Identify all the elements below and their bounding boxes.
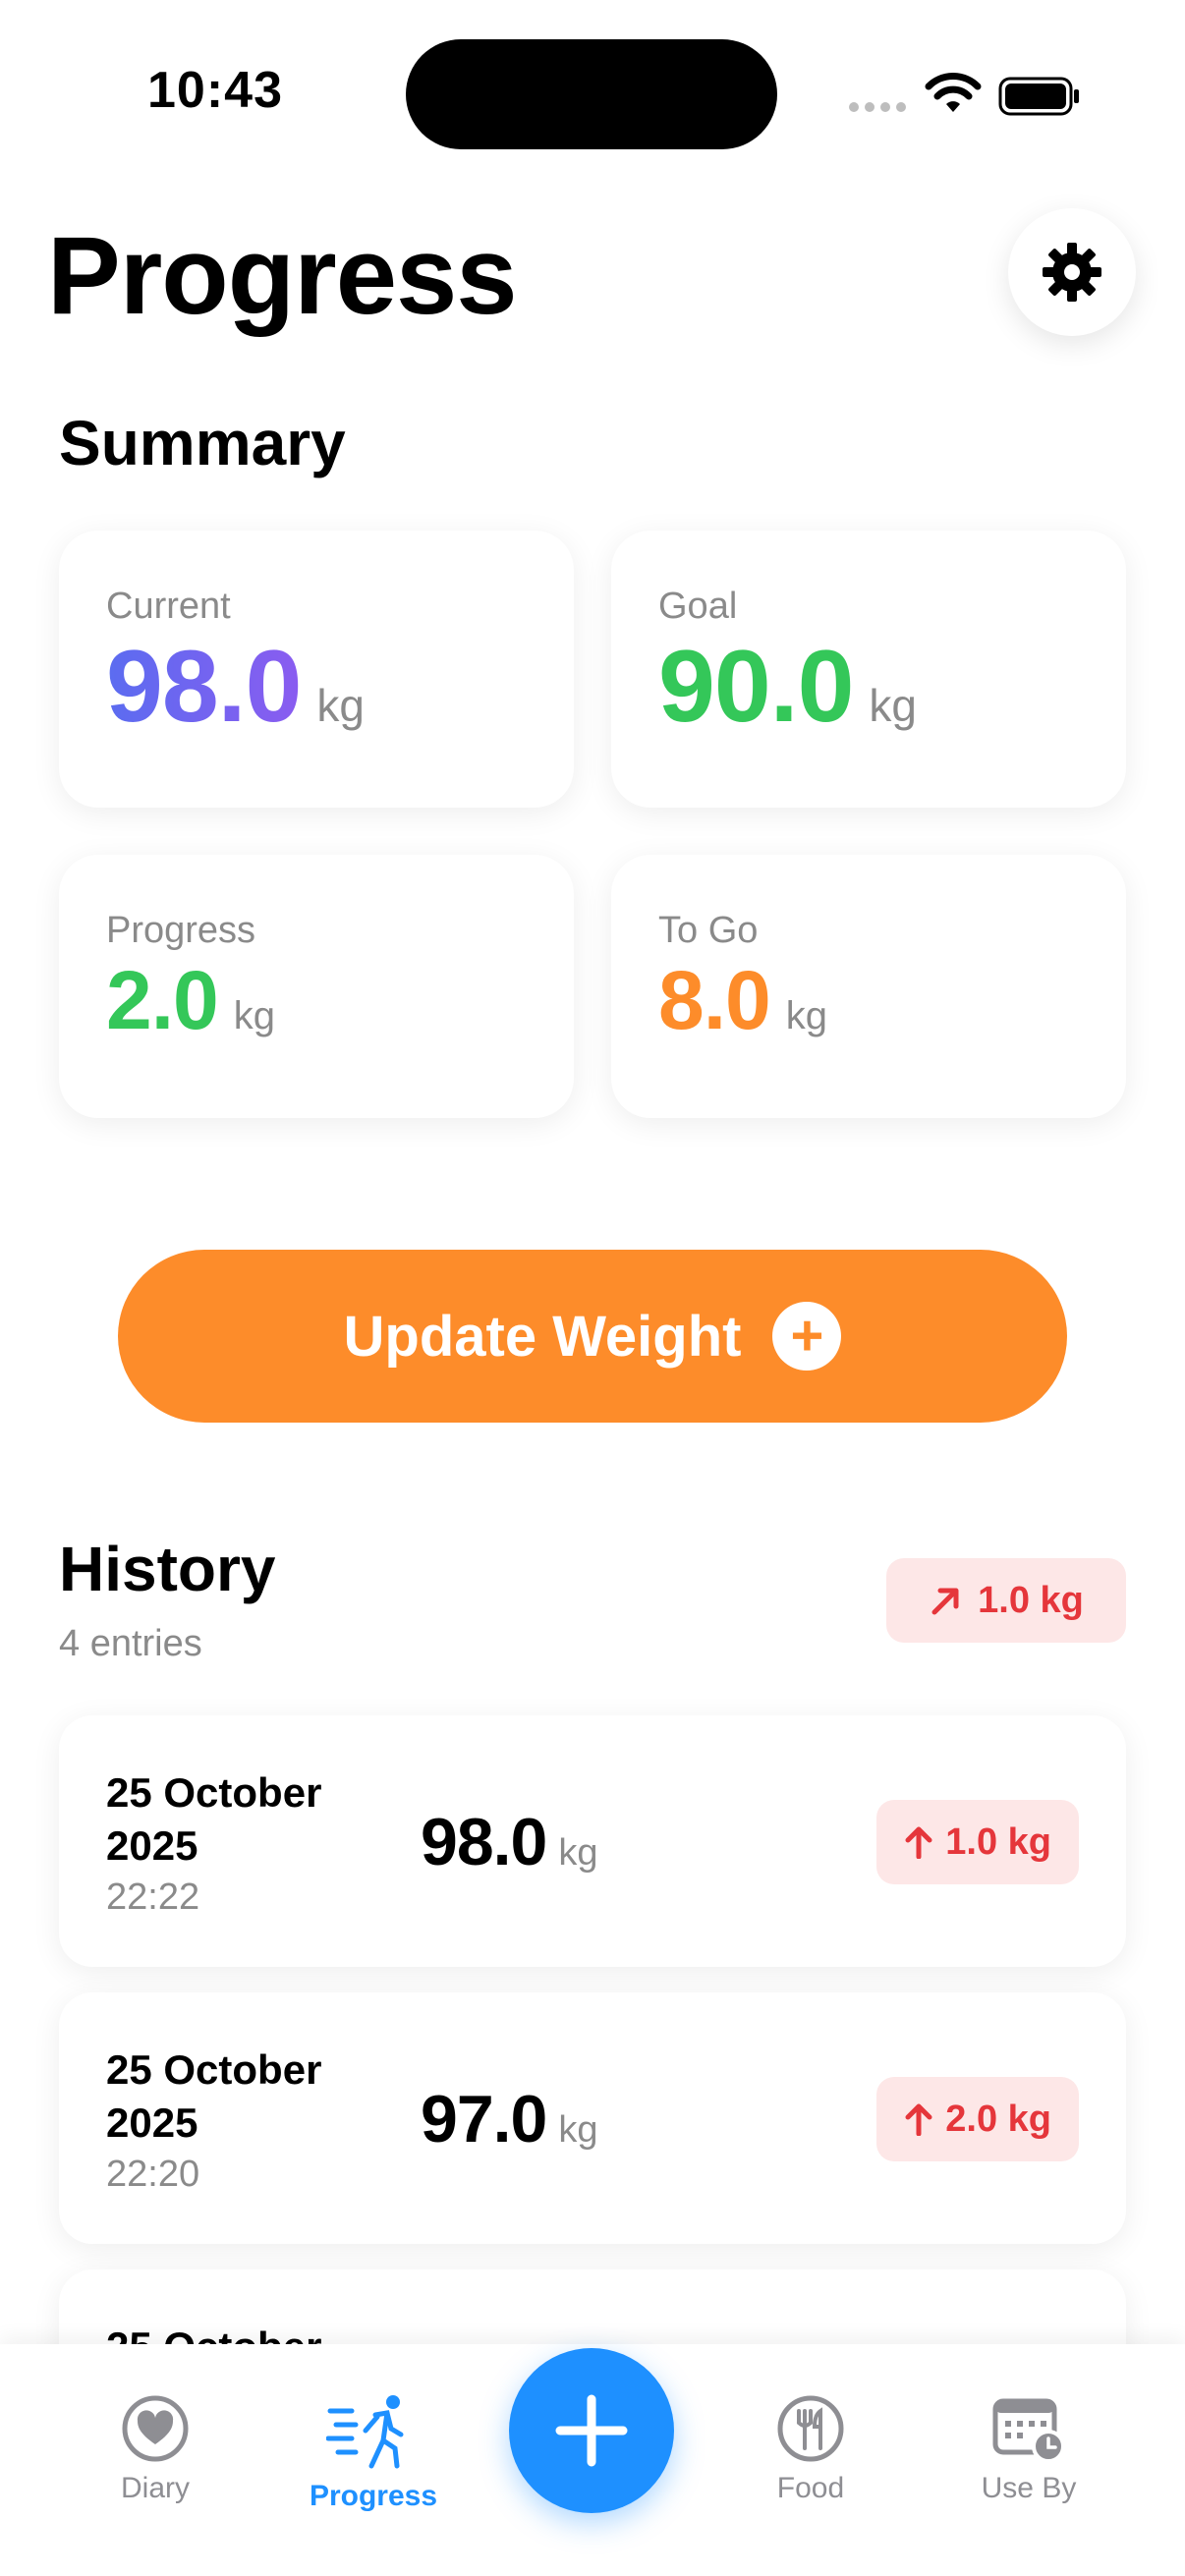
history-count: 4 entries (59, 1623, 202, 1664)
progress-label: Progress (106, 910, 256, 951)
signal-dots-icon (849, 102, 908, 114)
battery-icon (998, 77, 1079, 116)
progress-value: 2.0 (106, 954, 219, 1046)
to-go-label: To Go (658, 910, 759, 951)
entry-weight-wrap: 98.0 kg (421, 1804, 598, 1880)
entry-date: 25 October 2025 (106, 1769, 322, 1869)
arrow-up-icon (905, 2103, 932, 2136)
entry-weight-wrap: 97.0 kg (421, 2081, 598, 2157)
fork-knife-icon (777, 2395, 844, 2462)
to-go-value: 8.0 (658, 954, 771, 1046)
entry-time: 22:22 (106, 1876, 200, 1918)
settings-button[interactable] (1008, 208, 1136, 336)
trend-value: 1.0 kg (978, 1579, 1084, 1621)
update-weight-button[interactable]: Update Weight + (118, 1250, 1067, 1423)
history-row[interactable]: 25 October 2025 22:20 97.0 kg 2.0 kg (59, 1992, 1126, 2244)
history-title: History (59, 1534, 276, 1604)
wifi-icon (925, 73, 982, 112)
current-unit: kg (316, 680, 366, 731)
tab-use-by[interactable]: Use By (931, 2393, 1127, 2505)
entry-unit: kg (558, 1832, 598, 1874)
current-value: 98.0 (106, 630, 302, 744)
entry-date: 25 October 2025 (106, 2046, 322, 2146)
update-weight-label: Update Weight (343, 1304, 742, 1369)
tab-diary-label: Diary (120, 2472, 190, 2504)
to-go-card: To Go 8.0 kg (611, 855, 1126, 1118)
arrow-up-right-icon (931, 1588, 959, 1615)
status-time: 10:43 (147, 62, 283, 119)
goal-value-wrap: 90.0 kg (658, 629, 917, 746)
arrow-up-icon (905, 1826, 932, 1859)
dynamic-island (406, 39, 777, 149)
to-go-unit: kg (785, 994, 828, 1037)
walking-person-icon (326, 2395, 404, 2469)
tab-food[interactable]: Food (712, 2393, 909, 2505)
page-title: Progress (47, 214, 518, 337)
gear-icon (1043, 243, 1101, 302)
plus-icon (555, 2394, 628, 2467)
current-value-wrap: 98.0 kg (106, 629, 365, 746)
goal-label: Goal (658, 586, 738, 627)
tab-food-label: Food (776, 2472, 845, 2504)
tab-progress-label: Progress (309, 2480, 438, 2512)
entry-time: 22:20 (106, 2154, 200, 2195)
trend-badge: 1.0 kg (886, 1558, 1126, 1643)
progress-unit: kg (233, 994, 276, 1037)
heart-icon (122, 2395, 189, 2462)
calendar-clock-icon (992, 2398, 1065, 2463)
goal-unit: kg (869, 680, 918, 731)
tab-progress[interactable]: Progress (275, 2393, 472, 2513)
current-weight-card: Current 98.0 kg (59, 531, 574, 808)
plus-circle-icon: + (772, 1302, 842, 1371)
entry-change-badge: 2.0 kg (876, 2077, 1079, 2161)
to-go-value-wrap: 8.0 kg (658, 953, 827, 1048)
current-label: Current (106, 586, 231, 627)
history-row[interactable]: 25 October 2025 22:22 98.0 kg 1.0 kg (59, 1715, 1126, 1967)
progress-value-wrap: 2.0 kg (106, 953, 275, 1048)
entry-unit: kg (558, 2109, 598, 2151)
entry-change: 1.0 kg (945, 1820, 1051, 1863)
goal-value: 90.0 (658, 630, 854, 744)
entry-change-badge: 1.0 kg (876, 1800, 1079, 1884)
goal-weight-card: Goal 90.0 kg (611, 531, 1126, 808)
entry-weight: 97.0 (421, 2082, 547, 2156)
progress-card: Progress 2.0 kg (59, 855, 574, 1118)
tab-use-by-label: Use By (981, 2472, 1077, 2504)
entry-weight: 98.0 (421, 1805, 547, 1879)
tab-diary[interactable]: Diary (57, 2393, 254, 2505)
summary-title: Summary (59, 408, 346, 478)
entry-change: 2.0 kg (945, 2098, 1051, 2140)
add-button[interactable] (509, 2348, 674, 2513)
